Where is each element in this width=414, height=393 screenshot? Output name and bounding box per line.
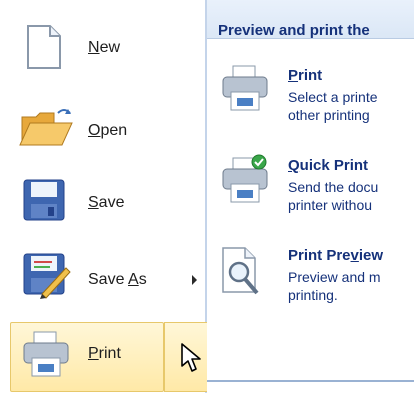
submenu-arrow-icon [192, 275, 197, 285]
new-document-icon [26, 24, 62, 70]
menu-item-save-as[interactable]: Save As [10, 244, 197, 310]
menu-item-open[interactable]: Open [10, 95, 195, 161]
submenu-item-desc-line: other printing [288, 107, 370, 123]
submenu-bottom-border [207, 380, 414, 382]
submenu-title: Preview and print the [218, 22, 370, 39]
print-preview-icon [221, 246, 267, 298]
submenu-item-desc-line: printer withou [288, 197, 373, 213]
submenu-item-title: Print [288, 67, 323, 84]
menu-item-print[interactable]: Print [10, 322, 195, 388]
submenu-item-title: Quick Print [288, 157, 369, 174]
menu-item-label: Save [88, 194, 125, 211]
printer-icon [221, 64, 269, 112]
menu-item-label: Print [88, 345, 121, 362]
menu-item-new[interactable]: New [10, 14, 195, 80]
quick-print-icon [221, 154, 271, 204]
menu-item-label: Open [88, 122, 128, 139]
submenu-item-desc-line: printing. [288, 287, 338, 303]
menu-item-save[interactable]: Save [10, 170, 195, 236]
save-disk-icon [22, 178, 66, 222]
submenu-item-desc-line: Select a printe [288, 89, 378, 105]
save-as-icon [22, 250, 72, 300]
submenu-item-desc-line: Send the docu [288, 179, 379, 195]
menu-item-label: Save As [88, 271, 147, 288]
submenu-item-desc-line: Preview and m [288, 269, 381, 285]
menu-item-label: New [88, 39, 121, 56]
mouse-cursor-icon [180, 342, 202, 374]
open-folder-icon [18, 103, 74, 151]
printer-icon [22, 330, 70, 378]
submenu-item-title: Print Preview [288, 247, 384, 264]
